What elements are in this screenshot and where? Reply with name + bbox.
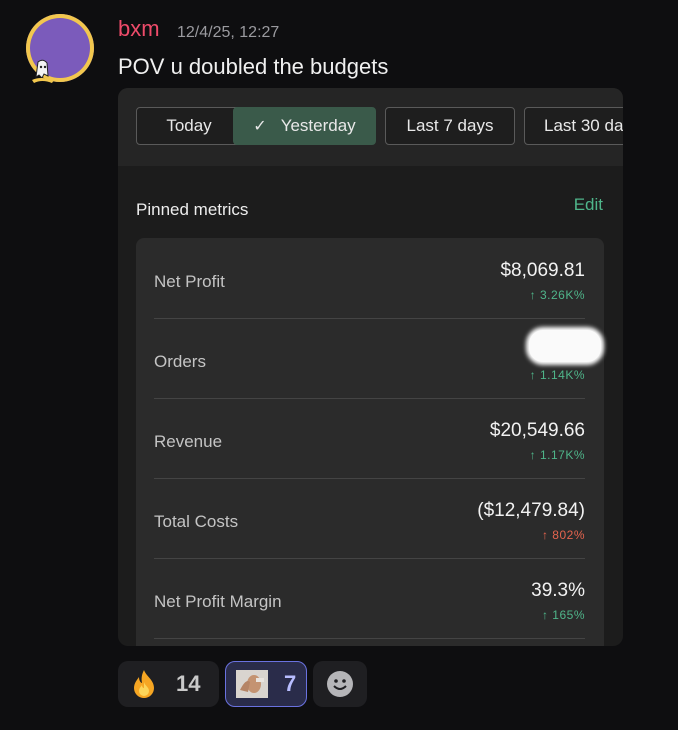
- filter-label: Last 30 da: [544, 116, 623, 135]
- filter-label: Today: [166, 116, 212, 135]
- metric-row-total-costs[interactable]: Total Costs ($12,479.84) ↑ 802%: [154, 478, 585, 559]
- metric-value: $8,069.81: [500, 260, 585, 281]
- metric-value: $20,549.66: [489, 420, 585, 441]
- photo-emoji-icon: [236, 670, 268, 698]
- redaction-scribble: [529, 330, 601, 362]
- filter-yesterday[interactable]: ✓ Yesterday: [233, 107, 376, 145]
- embedded-screenshot[interactable]: Today ✓ Yesterday Last 7 days Last 30 da…: [118, 88, 623, 646]
- edit-button[interactable]: Edit: [574, 195, 603, 215]
- metric-value: 39.3%: [531, 580, 585, 601]
- reaction-count: 14: [176, 671, 201, 696]
- message-text: POV u doubled the budgets: [118, 54, 389, 79]
- avatar-badge-icon: [32, 59, 54, 83]
- filter-label: Last 7 days: [406, 116, 494, 135]
- filter-last-30-days[interactable]: Last 30 da: [524, 107, 623, 145]
- metric-label: Net Profit Margin: [154, 592, 282, 611]
- reaction-custom-photo[interactable]: 7: [225, 661, 307, 707]
- metric-label: Total Costs: [154, 512, 239, 531]
- metric-label: Revenue: [154, 432, 223, 451]
- metric-label: Net Profit: [154, 272, 225, 291]
- metric-delta: ↑ 3.26K%: [529, 288, 585, 302]
- reaction-fire[interactable]: 14: [118, 661, 219, 707]
- fire-emoji-icon: [134, 670, 154, 698]
- reaction-count: 7: [284, 671, 297, 696]
- message-timestamp: 12/4/25, 12:27: [177, 24, 280, 41]
- metrics-card: Net Profit $8,069.81 ↑ 3.26K% Orders ↑ 1…: [136, 238, 604, 646]
- metric-delta: ↑ 1.14K%: [529, 368, 585, 382]
- metric-value: ($12,479.84): [477, 500, 585, 521]
- checkmark-icon: ✓: [253, 118, 267, 135]
- username[interactable]: bxm: [118, 16, 160, 42]
- metric-delta: ↑ 802%: [541, 528, 585, 542]
- filter-last-7-days[interactable]: Last 7 days: [385, 107, 515, 145]
- metric-delta: ↑ 165%: [541, 608, 585, 622]
- filter-today[interactable]: Today: [136, 107, 242, 145]
- metric-row-net-profit[interactable]: Net Profit $8,069.81 ↑ 3.26K%: [154, 238, 585, 319]
- date-filter-bar: Today ✓ Yesterday Last 7 days Last 30 da: [118, 88, 623, 166]
- metric-delta: ↑ 1.17K%: [529, 448, 585, 462]
- metric-row-orders[interactable]: Orders ↑ 1.14K%: [154, 318, 601, 399]
- smiley-icon: [327, 671, 353, 697]
- add-reaction-button[interactable]: [313, 661, 367, 707]
- metric-label: Orders: [154, 352, 206, 371]
- pinned-metrics-title: Pinned metrics: [136, 200, 249, 219]
- metric-row-net-profit-margin[interactable]: Net Profit Margin 39.3% ↑ 165%: [154, 558, 585, 639]
- filter-label: Yesterday: [280, 116, 356, 135]
- metric-row-revenue[interactable]: Revenue $20,549.66 ↑ 1.17K%: [154, 398, 585, 479]
